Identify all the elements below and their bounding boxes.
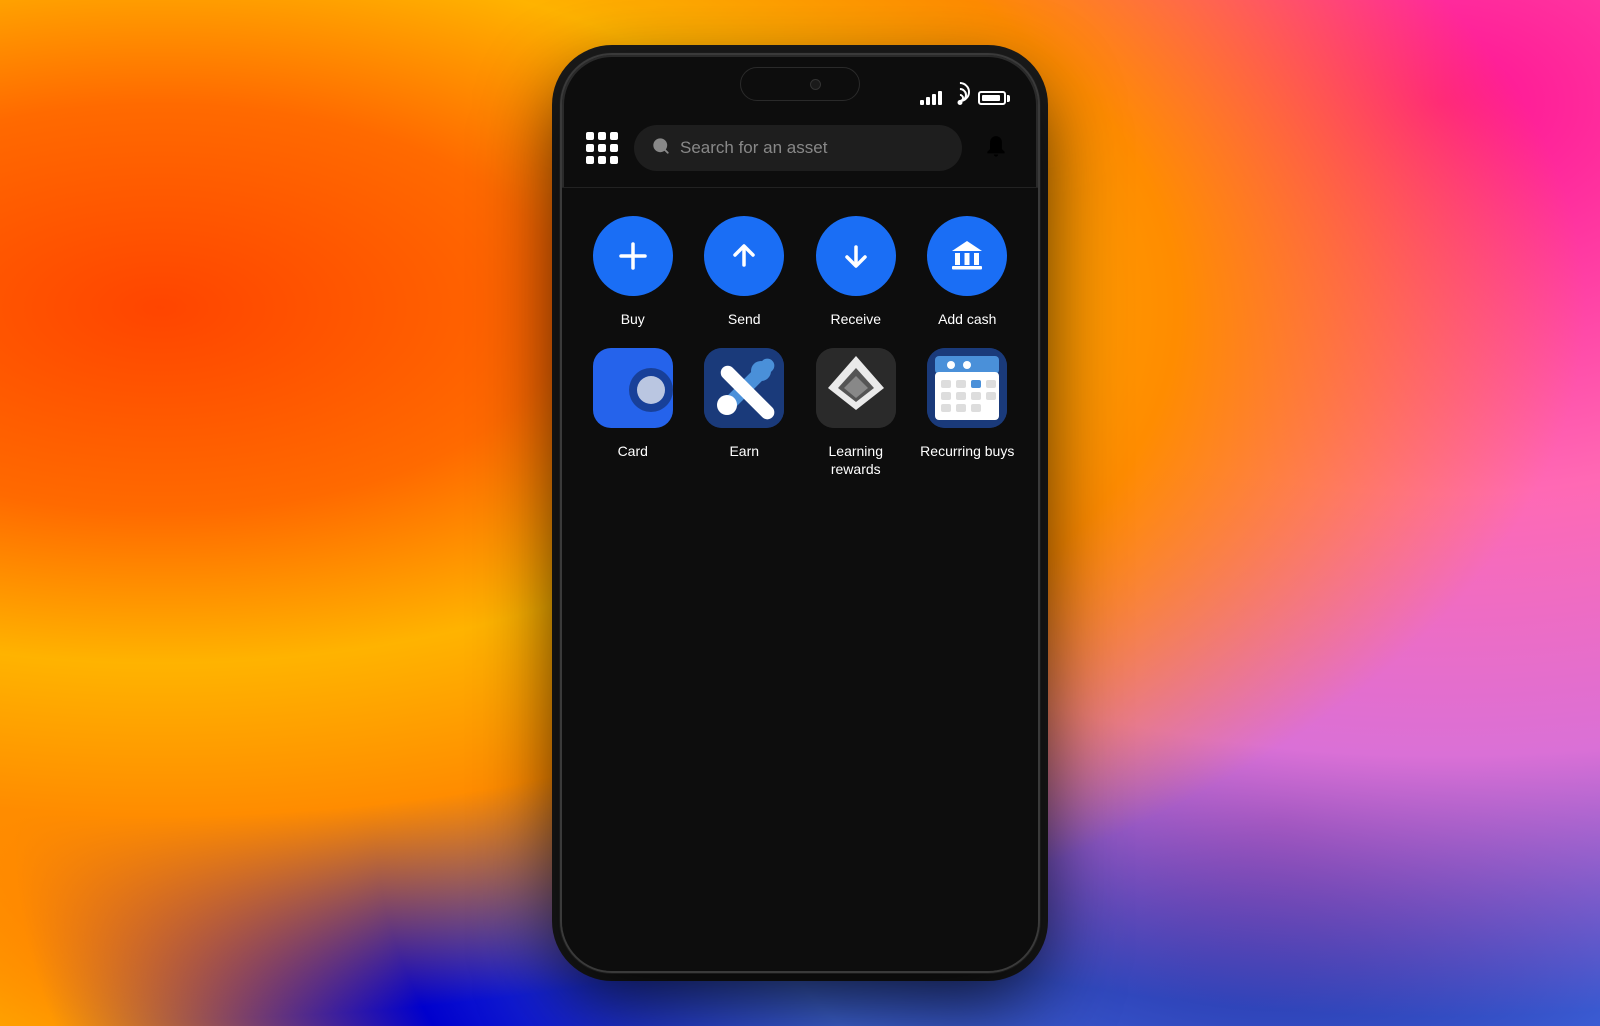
dynamic-island <box>740 67 860 101</box>
grid-dot <box>610 144 618 152</box>
learning-rewards-label: Learning rewards <box>805 442 907 478</box>
learning-rewards-button[interactable]: Learning rewards <box>805 348 907 478</box>
phone-frame: Search for an asset Buy <box>560 53 1040 973</box>
buy-button[interactable]: Buy <box>582 216 684 328</box>
card-label: Card <box>618 442 648 460</box>
header: Search for an asset <box>562 113 1038 188</box>
grid-dot <box>598 132 606 140</box>
add-cash-button[interactable]: Add cash <box>917 216 1019 328</box>
grid-dot <box>586 132 594 140</box>
card-button[interactable]: Card <box>582 348 684 478</box>
grid-dot <box>586 144 594 152</box>
search-bar[interactable]: Search for an asset <box>634 125 962 171</box>
receive-icon <box>816 216 896 296</box>
card-icon <box>593 348 673 428</box>
add-cash-icon <box>927 216 1007 296</box>
send-label: Send <box>728 310 761 328</box>
grid-dot <box>586 156 594 164</box>
grid-dot <box>598 144 606 152</box>
add-cash-label: Add cash <box>938 310 996 328</box>
apps-grid-button[interactable] <box>586 132 618 164</box>
recurring-buys-icon <box>927 348 1007 428</box>
earn-button[interactable]: Earn <box>694 348 796 478</box>
receive-button[interactable]: Receive <box>805 216 907 328</box>
search-placeholder: Search for an asset <box>680 138 827 158</box>
earn-label: Earn <box>729 442 759 460</box>
search-icon <box>652 137 670 160</box>
grid-dot <box>598 156 606 164</box>
camera-dot <box>810 79 821 90</box>
wifi-icon <box>950 91 970 105</box>
buy-icon <box>593 216 673 296</box>
learning-rewards-icon <box>816 348 896 428</box>
send-icon <box>704 216 784 296</box>
app-grid: Buy Send Receive <box>562 188 1038 971</box>
recurring-buys-label: Recurring buys <box>920 442 1014 460</box>
grid-dot <box>610 156 618 164</box>
earn-icon <box>704 348 784 428</box>
battery-icon <box>978 91 1010 105</box>
buy-label: Buy <box>621 310 645 328</box>
receive-label: Receive <box>830 310 881 328</box>
notifications-button[interactable] <box>978 130 1014 166</box>
grid-dot <box>610 132 618 140</box>
recurring-buys-button[interactable]: Recurring buys <box>917 348 1019 478</box>
send-button[interactable]: Send <box>694 216 796 328</box>
status-icons <box>920 91 1010 105</box>
status-bar <box>562 55 1038 113</box>
signal-icon <box>920 91 942 105</box>
